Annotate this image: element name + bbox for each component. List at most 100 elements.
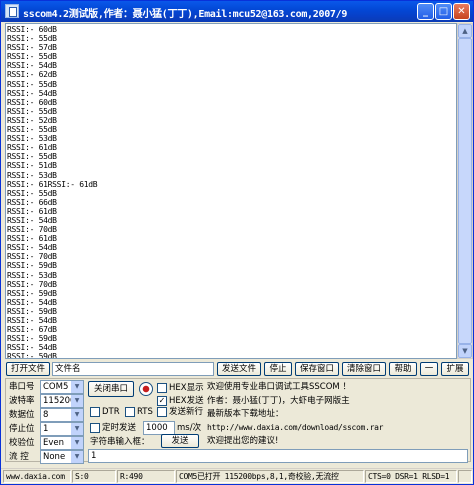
info-download-url[interactable]: http://www.daxia.com/download/sscom.rar: [207, 422, 383, 434]
rts-checkbox[interactable]: [125, 407, 135, 417]
vertical-scrollbar[interactable]: ▲ ▼: [457, 23, 473, 359]
scroll-thumb[interactable]: [458, 38, 472, 344]
receive-text: RSSI:- 60dB RSSI:- 55dB RSSI:- 57dB RSSI:- …: [7, 25, 98, 359]
timed-send-label: 定时发送: [102, 423, 137, 433]
log-line: RSSI:- 59dB: [7, 352, 57, 359]
status-received-count: R:490: [117, 470, 175, 483]
log-line: RSSI:- 70dB: [7, 225, 57, 235]
log-line: RSSI:- 54dB: [7, 316, 57, 325]
receive-area[interactable]: RSSI:- 60dB RSSI:- 55dB RSSI:- 57dB RSSI:- …: [5, 23, 457, 359]
info-welcome: 欢迎使用专业串口调试工具SSCOM ！: [207, 382, 351, 392]
log-line: RSSI:- 53dB: [7, 134, 57, 144]
send-file-button[interactable]: 发送文件: [217, 362, 261, 376]
flow-value: None: [43, 452, 66, 462]
collapse-button[interactable]: 一: [420, 362, 438, 376]
clear-window-button[interactable]: 清除窗口: [342, 362, 386, 376]
send-newline-label: 发送新行: [169, 407, 204, 417]
open-file-button[interactable]: 打开文件: [6, 362, 50, 376]
port-label: 串口号: [9, 382, 35, 392]
log-line: RSSI:- 55dB: [7, 152, 57, 162]
stop-button[interactable]: 停止: [264, 362, 292, 376]
databits-value: 8: [43, 410, 49, 420]
status-sent-count: S:0: [72, 470, 116, 483]
window-title: sscom4.2测试版,作者：聂小猛(丁丁),Email:mcu52@163.c…: [23, 9, 348, 20]
log-line: RSSI:- 67dB: [7, 325, 57, 335]
log-line: RSSI:- 54dB: [7, 343, 57, 353]
databits-select[interactable]: 8 ▼: [40, 408, 84, 422]
log-line: RSSI:- 55dB: [7, 34, 57, 44]
chevron-down-icon[interactable]: ▼: [71, 409, 83, 421]
log-line: RSSI:- 55dB: [7, 106, 57, 116]
log-line: RSSI:- 54dB: [7, 243, 57, 253]
interval-input[interactable]: 1000: [143, 421, 175, 435]
log-line: RSSI:- 61dB: [7, 234, 57, 244]
chevron-down-icon[interactable]: ▼: [71, 423, 83, 435]
close-button[interactable]: ✕: [453, 3, 470, 20]
log-line: RSSI:- 54dB: [7, 88, 57, 98]
send-newline-checkbox[interactable]: [157, 407, 167, 417]
baud-select[interactable]: 115200 ▼: [40, 394, 84, 408]
status-website: www.daxia.com: [3, 470, 71, 483]
close-port-button[interactable]: 关闭串口: [88, 381, 134, 397]
filename-input[interactable]: 文件名: [52, 362, 214, 376]
flow-select[interactable]: None ▼: [40, 450, 84, 464]
chevron-down-icon[interactable]: ▼: [71, 395, 83, 407]
log-line: RSSI:- 60dB: [7, 25, 57, 34]
scroll-down-arrow-icon[interactable]: ▼: [458, 344, 472, 358]
log-line: RSSI:- 59dB: [7, 261, 57, 271]
log-line: RSSI:- 54dB: [7, 215, 57, 225]
expand-button[interactable]: 扩展: [441, 362, 469, 376]
parity-value: Even: [43, 438, 65, 448]
chevron-down-icon[interactable]: ▼: [71, 451, 83, 463]
resize-grip-icon[interactable]: [458, 470, 472, 483]
stopbits-value: 1: [43, 424, 49, 434]
title-bar[interactable]: sscom4.2测试版,作者：聂小猛(丁丁),Email:mcu52@163.c…: [1, 1, 473, 22]
log-line: RSSI:- 53dB: [7, 170, 57, 180]
info-download-label: 最新版本下载地址：: [207, 409, 284, 419]
hex-send-checkbox[interactable]: ✓: [157, 396, 167, 406]
port-status-indicator-icon: [139, 382, 153, 396]
chevron-down-icon[interactable]: ▼: [71, 437, 83, 449]
log-line: RSSI:- 59dB: [7, 288, 57, 298]
log-line: RSSI:- 55dB: [7, 188, 57, 198]
scroll-up-arrow-icon[interactable]: ▲: [458, 24, 472, 38]
port-value: COM5: [43, 382, 69, 392]
log-line: RSSI:- 52dB: [7, 115, 57, 125]
flow-label: 流 控: [9, 452, 29, 462]
send-button[interactable]: 发送: [161, 434, 199, 448]
app-icon: [5, 4, 19, 18]
input-label: 字符串输入框：: [90, 437, 150, 447]
log-line: RSSI:- 59dB: [7, 334, 57, 344]
parity-select[interactable]: Even ▼: [40, 436, 84, 450]
timed-send-checkbox[interactable]: [90, 423, 100, 433]
chevron-down-icon[interactable]: ▼: [71, 381, 83, 393]
log-line: RSSI:- 61dB: [7, 206, 57, 216]
hex-display-checkbox[interactable]: [157, 383, 167, 393]
port-select[interactable]: COM5 ▼: [40, 380, 84, 394]
dtr-label: DTR: [102, 407, 120, 417]
log-line: RSSI:- 70dB: [7, 279, 57, 289]
log-line: RSSI:- 55dB: [7, 79, 57, 89]
send-input[interactable]: 1: [88, 449, 468, 463]
stopbits-select[interactable]: 1 ▼: [40, 422, 84, 436]
main-window: sscom4.2测试版,作者：聂小猛(丁丁),Email:mcu52@163.c…: [0, 0, 474, 485]
minimize-button[interactable]: _: [417, 3, 434, 20]
log-line: RSSI:- 60dB: [7, 97, 57, 107]
log-line: RSSI:- 57dB: [7, 43, 57, 53]
log-line: RSSI:- 54dB: [7, 297, 57, 307]
hex-display-label: HEX显示: [169, 383, 204, 393]
parity-label: 校验位: [9, 438, 35, 448]
save-window-button[interactable]: 保存窗口: [295, 362, 339, 376]
info-suggestion: 欢迎提出您的建议!: [207, 436, 279, 446]
info-author: 作者：聂小猛(丁丁)，大虾电子网版主: [207, 396, 350, 406]
dtr-checkbox[interactable]: [90, 407, 100, 417]
maximize-button[interactable]: □: [435, 3, 452, 20]
log-line: RSSI:- 70dB: [7, 252, 57, 262]
log-line: RSSI:- 51dB: [7, 161, 57, 171]
log-line: RSSI:- 53dB: [7, 270, 57, 280]
help-button[interactable]: 帮助: [389, 362, 417, 376]
rts-label: RTS: [137, 407, 153, 417]
baud-label: 波特率: [9, 396, 35, 406]
log-line: RSSI:- 66dB: [7, 197, 57, 207]
interval-unit: ms/次: [177, 423, 202, 433]
